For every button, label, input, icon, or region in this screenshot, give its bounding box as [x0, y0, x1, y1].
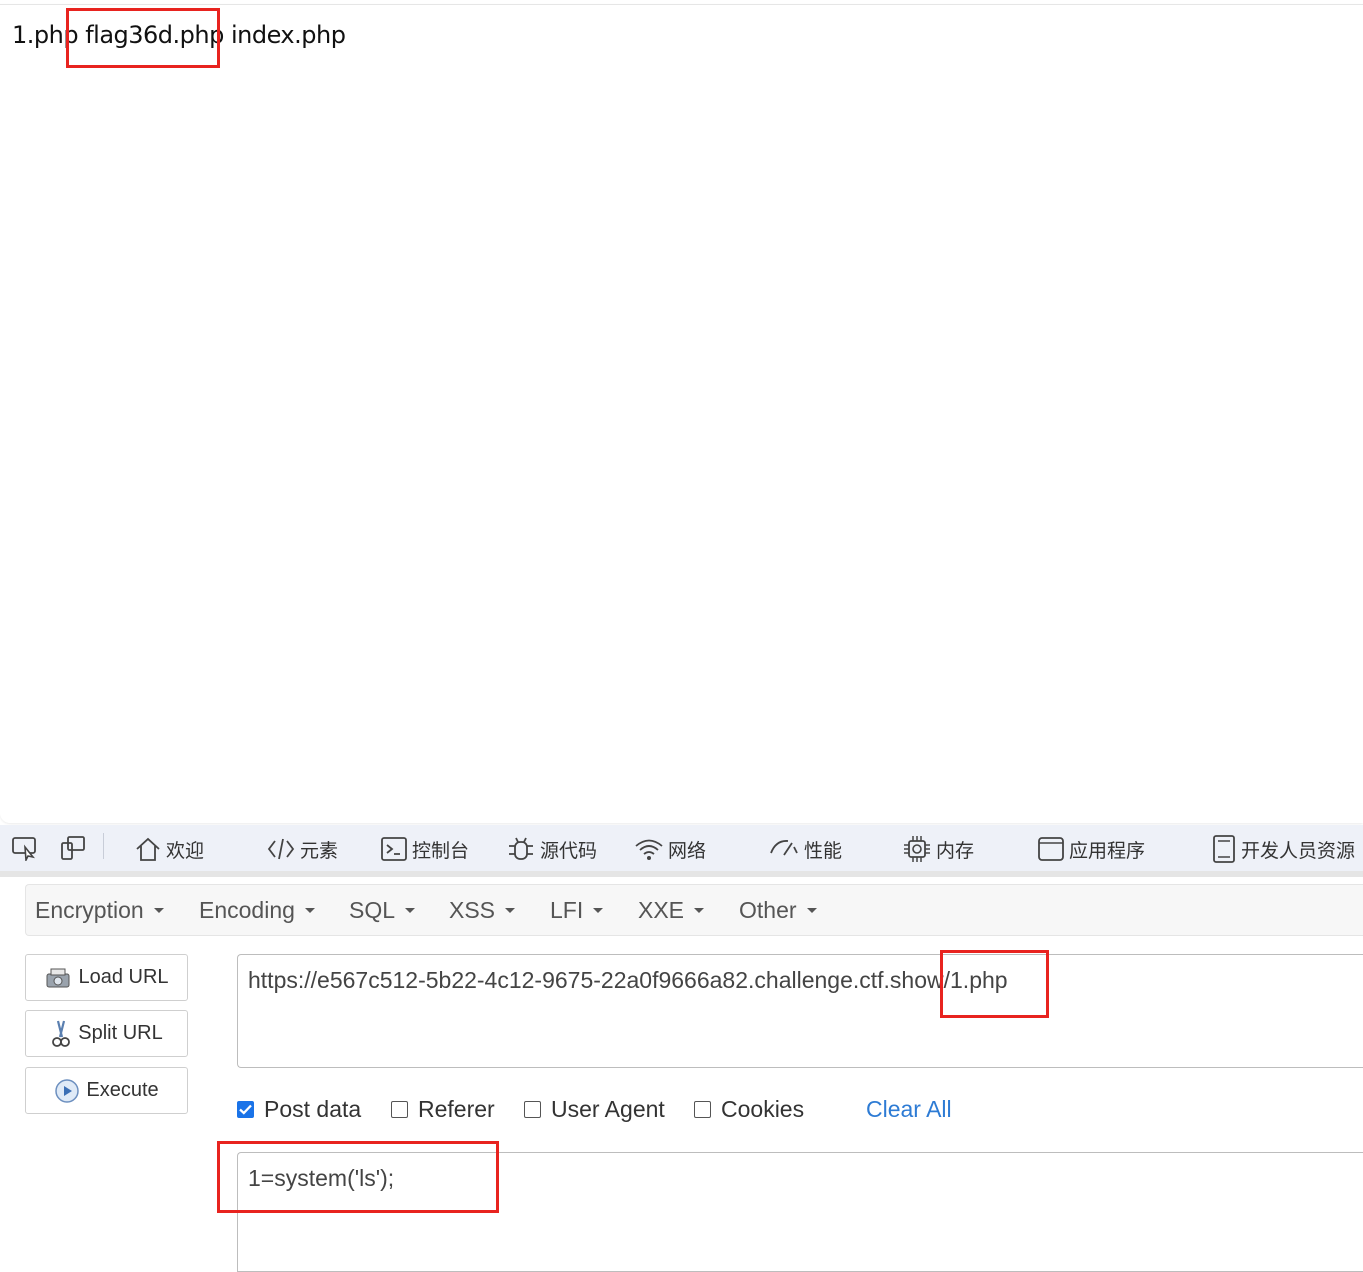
tab-elements[interactable]: 元素 [266, 833, 338, 865]
caret-down-icon [806, 908, 817, 913]
tab-label: 元素 [300, 839, 339, 862]
load-url-icon [46, 968, 70, 987]
devtools-toolbar: 欢迎 元素 控制台 源代码 网络 性能 内存 应用程序 开发人员资源 [0, 825, 1363, 872]
post-data-checkbox[interactable] [237, 1101, 254, 1118]
device-emulation-icon[interactable] [57, 833, 87, 863]
caret-down-icon [505, 908, 516, 913]
tab-label: 控制台 [412, 839, 470, 862]
console-icon [381, 837, 407, 861]
split-url-button[interactable]: Split URL [25, 1010, 188, 1057]
menu-xxe[interactable]: XXE [638, 897, 705, 924]
clear-all-link[interactable]: Clear All [866, 1096, 952, 1123]
menu-sql[interactable]: SQL [349, 897, 416, 924]
load-url-button[interactable]: Load URL [25, 954, 188, 1001]
document-icon [1213, 835, 1235, 863]
scissors-icon [52, 1020, 71, 1047]
url-value: https://e567c512-5b22-4c12-9675-22a0f966… [248, 967, 1008, 993]
referer-checkbox[interactable] [391, 1101, 408, 1118]
tab-label: 应用程序 [1069, 839, 1146, 862]
highlight-box-flag-file [66, 8, 220, 68]
play-icon [55, 1078, 80, 1103]
tab-label: 开发人员资源 [1241, 839, 1356, 862]
tab-label: 源代码 [540, 839, 598, 862]
menu-lfi[interactable]: LFI [550, 897, 604, 924]
tab-label: 网络 [668, 839, 707, 862]
execute-button[interactable]: Execute [25, 1067, 188, 1114]
gauge-icon [770, 840, 798, 856]
tab-label: 欢迎 [166, 839, 205, 862]
chip-icon [904, 836, 930, 862]
user-agent-checkbox[interactable] [524, 1101, 541, 1118]
referer-option[interactable]: Referer [391, 1096, 495, 1123]
cookies-option[interactable]: Cookies [694, 1096, 804, 1123]
caret-down-icon [304, 908, 315, 913]
caret-down-icon [153, 908, 164, 913]
tab-network[interactable]: 网络 [634, 833, 706, 865]
user-agent-option[interactable]: User Agent [524, 1096, 665, 1123]
tab-performance[interactable]: 性能 [768, 833, 842, 865]
url-input[interactable]: https://e567c512-5b22-4c12-9675-22a0f966… [237, 954, 1363, 1068]
tab-application[interactable]: 应用程序 [1037, 833, 1145, 865]
page-output-area: 1.php flag36d.php index.php [0, 4, 1363, 823]
panel-divider [0, 871, 1363, 877]
wifi-icon [635, 839, 663, 860]
toolbar-separator [103, 833, 104, 859]
tab-memory[interactable]: 内存 [902, 833, 974, 865]
cookies-checkbox[interactable] [694, 1101, 711, 1118]
checkmark-icon [239, 1104, 252, 1115]
post-data-option[interactable]: Post data [237, 1096, 361, 1123]
window-icon [1038, 837, 1064, 861]
tab-developer-resources[interactable]: 开发人员资源 [1211, 833, 1355, 865]
home-icon [136, 837, 160, 861]
menu-encryption[interactable]: Encryption [35, 897, 164, 924]
hackbar-options: Post data Referer User Agent Cookies Cle… [237, 1094, 1037, 1128]
code-icon [267, 838, 295, 860]
tab-welcome[interactable]: 欢迎 [134, 833, 204, 865]
tab-label: 性能 [804, 839, 843, 862]
menu-xss[interactable]: XSS [449, 897, 516, 924]
inspect-element-icon[interactable] [10, 833, 40, 863]
caret-down-icon [405, 908, 416, 913]
highlight-box-post-payload [217, 1141, 499, 1213]
menu-encoding[interactable]: Encoding [199, 897, 315, 924]
tab-console[interactable]: 控制台 [380, 833, 469, 865]
tab-label: 内存 [936, 839, 975, 862]
menu-other[interactable]: Other [739, 897, 817, 924]
caret-down-icon [593, 908, 604, 913]
highlight-box-url-file [940, 950, 1049, 1018]
caret-down-icon [694, 908, 705, 913]
bug-icon [509, 837, 533, 860]
hackbar-menubar: Encryption Encoding SQL XSS LFI XXE Othe… [25, 884, 1363, 936]
tab-sources[interactable]: 源代码 [506, 833, 597, 865]
